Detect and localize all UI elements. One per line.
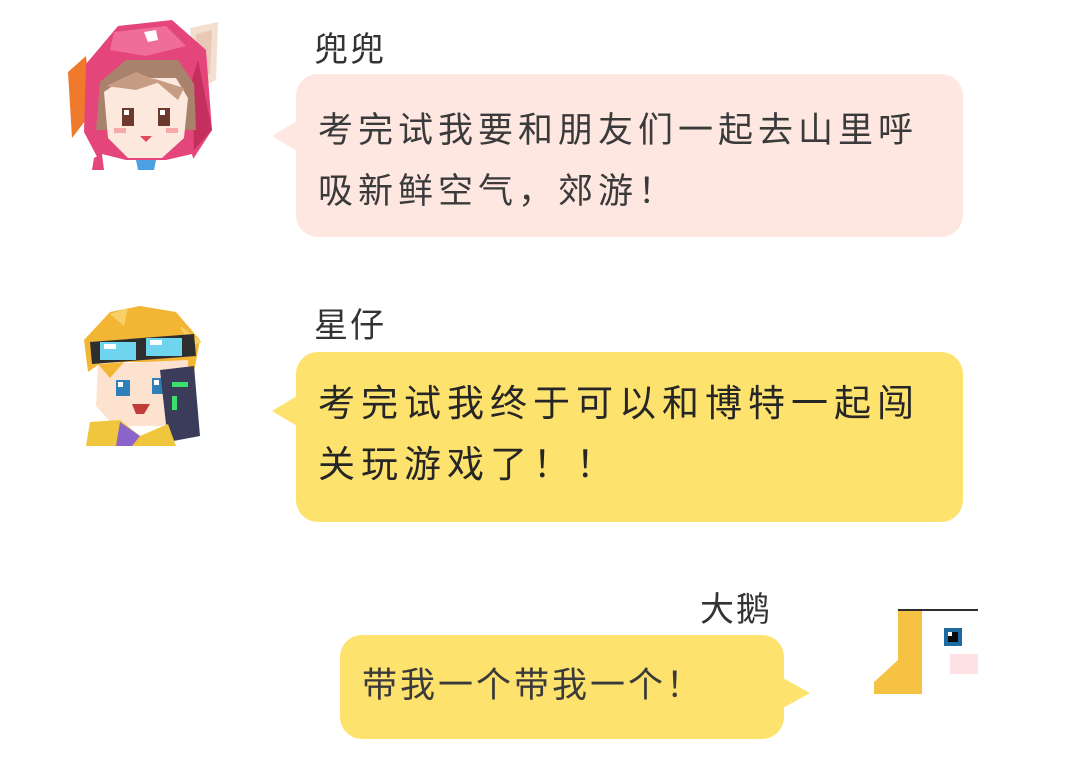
message-bubble[interactable]: 考完试我要和朋友们一起去山里呼吸新鲜空气，郊游！ [272,74,963,237]
message-bubble[interactable]: 带我一个带我一个！ [340,635,810,739]
message-bubble[interactable]: 考完试我终于可以和博特一起闯关玩游戏了！！ [272,352,963,522]
message-text: 考完试我要和朋友们一起去山里呼吸新鲜空气，郊游！ [318,111,919,212]
white-goose-avatar-icon [874,609,978,694]
avatar-doudou[interactable] [66,20,220,170]
bubble-tail [272,121,297,151]
pink-hooded-girl-avatar-icon [68,20,218,170]
avatar-dae[interactable] [872,608,978,696]
sender-name: 星仔 [314,306,386,346]
sender-name: 大鹅 [700,590,772,630]
avatar-xingzai[interactable] [80,306,204,446]
bubble-tail [272,396,297,426]
bubble-tail [783,678,810,708]
sender-name: 兜兜 [314,30,386,70]
goggles-boy-avatar-icon [84,306,202,446]
message-text: 考完试我终于可以和博特一起闯关玩游戏了！！ [318,382,920,486]
message-text: 带我一个带我一个！ [362,666,705,706]
